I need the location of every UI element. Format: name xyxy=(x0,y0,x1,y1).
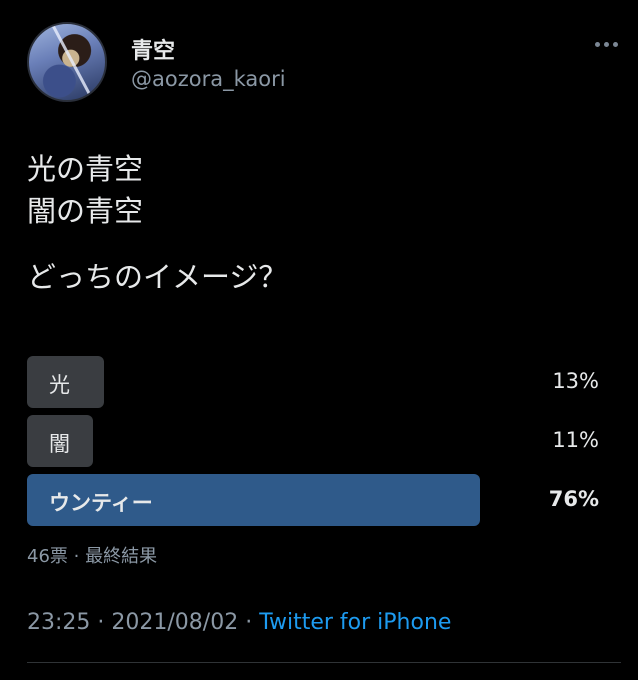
avatar-art xyxy=(50,24,99,100)
poll-option-label: 光 xyxy=(49,373,70,397)
tweet-header: 青空 @aozora_kaori xyxy=(27,22,621,112)
poll-option-percent: 13% xyxy=(552,369,599,393)
poll-option-percent: 11% xyxy=(552,428,599,452)
poll-option-percent: 76% xyxy=(548,487,599,511)
separator: · xyxy=(238,610,260,635)
tweet-source-link[interactable]: Twitter for iPhone xyxy=(259,610,451,635)
display-name[interactable]: 青空 xyxy=(131,33,175,65)
poll: 光 13% 闇 11% ウンティー 76% xyxy=(27,356,603,533)
divider xyxy=(27,662,621,663)
avatar[interactable] xyxy=(27,22,107,102)
tweet-line: 闇の青空 xyxy=(27,194,144,228)
poll-option: 光 13% xyxy=(27,356,603,408)
poll-option-label: 闇 xyxy=(49,432,70,456)
more-dots-icon[interactable] xyxy=(591,34,621,54)
poll-option: ウンティー 76% xyxy=(27,474,603,526)
separator: · xyxy=(90,610,112,635)
poll-option-label: ウンティー xyxy=(49,491,153,515)
tweet-line: 光の青空 xyxy=(27,152,144,186)
tweet-line: どっちのイメージ？ xyxy=(27,260,288,294)
tweet-time[interactable]: 23:25 xyxy=(27,610,90,635)
poll-option: 闇 11% xyxy=(27,415,603,467)
tweet-footer: 23:25 · 2021/08/02 · Twitter for iPhone xyxy=(27,610,451,635)
poll-meta: 46票 · 最終結果 xyxy=(27,546,158,567)
tweet-text: 光の青空 闇の青空 どっちのイメージ？ xyxy=(27,148,617,298)
tweet-date[interactable]: 2021/08/02 xyxy=(111,610,238,635)
user-handle[interactable]: @aozora_kaori xyxy=(131,67,286,91)
